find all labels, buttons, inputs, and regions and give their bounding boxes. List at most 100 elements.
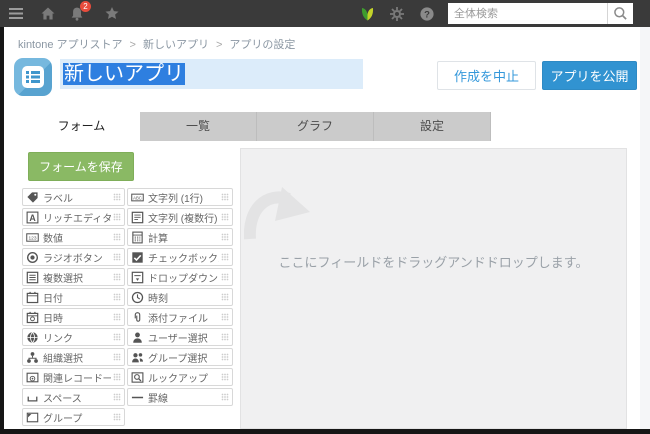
field-item[interactable]: グループ	[22, 408, 125, 426]
breadcrumb: kintone アプリストア > 新しいアプリ > アプリの設定	[18, 36, 295, 52]
drag-handle-icon	[113, 333, 121, 341]
app-name-input[interactable]: 新しいアプリ	[60, 59, 363, 89]
field-item[interactable]: 関連レコード一覧	[22, 368, 125, 386]
text-multi-icon	[131, 211, 145, 224]
getting-started-leaf-icon[interactable]	[358, 5, 376, 23]
field-item[interactable]: ルックアップ	[127, 368, 233, 386]
org-select-icon	[26, 351, 40, 364]
save-form-button[interactable]: フォームを保存	[28, 152, 134, 181]
field-item-label: ドロップダウン	[148, 273, 218, 285]
form-drop-area[interactable]: ここにフィールドをドラッグアンドドロップします。	[240, 148, 627, 429]
field-item[interactable]: ABC 文字列 (1行)	[127, 188, 233, 206]
dropdown-icon	[131, 271, 145, 284]
field-item[interactable]: 計算	[127, 228, 233, 246]
svg-text:123: 123	[28, 235, 36, 241]
cancel-creation-button[interactable]: 作成を中止	[437, 61, 536, 90]
field-item[interactable]: チェックボックス	[127, 248, 233, 266]
lookup-icon	[131, 371, 145, 384]
tab-inactive[interactable]: グラフ	[257, 112, 374, 141]
field-item[interactable]: 時刻	[127, 288, 233, 306]
kintone-app-settings-screen: 2 ? 全体検索 kintone アプリストア > 新しいアプリ > アプリの設…	[0, 0, 650, 434]
multi-select-icon	[26, 271, 40, 284]
drag-handle-icon	[113, 193, 121, 201]
drag-handle-icon	[221, 313, 229, 321]
attachment-icon	[131, 311, 145, 324]
drag-handle-icon	[221, 353, 229, 361]
field-item-label: 数値	[43, 233, 63, 245]
menu-icon[interactable]	[7, 5, 25, 23]
link-icon	[26, 331, 40, 344]
field-item[interactable]: 日時	[22, 308, 125, 326]
svg-text:?: ?	[424, 9, 430, 20]
field-item-label: 日付	[43, 293, 63, 305]
home-icon[interactable]	[39, 5, 57, 23]
help-icon[interactable]: ?	[418, 5, 436, 23]
field-item[interactable]: スペース	[22, 388, 125, 406]
svg-text:ABC: ABC	[133, 195, 142, 200]
space-icon	[26, 391, 40, 404]
app-settings-page: kintone アプリストア > 新しいアプリ > アプリの設定 新しいアプリ 作成を中…	[4, 27, 640, 429]
hr-icon	[131, 391, 145, 404]
favorites-star-icon[interactable]	[103, 5, 121, 23]
field-item[interactable]: 文字列 (複数行)	[127, 208, 233, 226]
field-item[interactable]: 罫線	[127, 388, 233, 406]
field-item[interactable]: 添付ファイル	[127, 308, 233, 326]
drag-handle-icon	[113, 213, 121, 221]
group-select-icon	[131, 351, 145, 364]
date-icon	[26, 291, 40, 304]
drag-handle-icon	[113, 413, 121, 421]
field-item[interactable]: 組織選択	[22, 348, 125, 366]
drag-handle-icon	[113, 393, 121, 401]
field-item[interactable]: 123 数値	[22, 228, 125, 246]
field-item[interactable]: ユーザー選択	[127, 328, 233, 346]
settings-tabs: フォーム 一覧 グラフ 設定	[23, 112, 491, 141]
radio-button-icon	[26, 251, 40, 264]
field-item-label: ラジオボタン	[43, 253, 103, 265]
field-item-label: リッチエディター	[43, 213, 111, 225]
notifications-bell-icon[interactable]: 2	[68, 0, 91, 23]
field-item-label: 関連レコード一覧	[43, 373, 111, 385]
field-item-label: 文字列 (複数行)	[148, 213, 218, 225]
field-item[interactable]: ラベル	[22, 188, 125, 206]
drag-handle-icon	[113, 233, 121, 241]
drag-handle-icon	[113, 353, 121, 361]
field-item[interactable]: リンク	[22, 328, 125, 346]
field-item[interactable]: グループ選択	[127, 348, 233, 366]
publish-app-button[interactable]: アプリを公開	[542, 61, 637, 90]
field-item[interactable]: 日付	[22, 288, 125, 306]
search-button[interactable]	[607, 3, 633, 24]
field-item[interactable]: ドロップダウン	[127, 268, 233, 286]
tag-icon	[26, 191, 40, 204]
drag-handle-icon	[221, 273, 229, 281]
tab-inactive[interactable]: 一覧	[140, 112, 257, 141]
drag-handle-icon	[221, 233, 229, 241]
drag-handle-icon	[113, 313, 121, 321]
related-records-icon	[26, 371, 40, 384]
window-left-edge	[0, 27, 4, 434]
tab-active[interactable]: フォーム	[23, 112, 140, 141]
window-bottom-edge	[0, 429, 650, 434]
drop-arrow-icon	[243, 185, 314, 250]
svg-text:A: A	[29, 212, 36, 222]
global-search-box	[448, 3, 633, 24]
breadcrumb-current: アプリの設定	[229, 39, 296, 51]
datetime-icon	[26, 311, 40, 324]
drag-handle-icon	[221, 373, 229, 381]
number-icon: 123	[26, 231, 40, 244]
field-item-label: 日時	[43, 313, 63, 325]
field-item[interactable]: ラジオボタン	[22, 248, 125, 266]
field-item[interactable]: 複数選択	[22, 268, 125, 286]
field-item-label: 文字列 (1行)	[148, 193, 203, 205]
drop-hint-text: ここにフィールドをドラッグアンドドロップします。	[278, 255, 589, 270]
global-search-input[interactable]	[448, 3, 607, 24]
tab-inactive[interactable]: 設定	[374, 112, 491, 141]
breadcrumb-link[interactable]: 新しいアプリ	[143, 39, 209, 51]
field-item[interactable]: A リッチエディター	[22, 208, 125, 226]
drag-handle-icon	[113, 253, 121, 261]
field-item-label: 時刻	[148, 293, 168, 305]
topbar: 2 ?	[0, 0, 650, 27]
gear-icon[interactable]	[388, 5, 406, 23]
app-list-glyph-icon	[22, 66, 44, 88]
app-icon[interactable]	[14, 58, 52, 96]
breadcrumb-link[interactable]: kintone アプリストア	[18, 39, 123, 51]
